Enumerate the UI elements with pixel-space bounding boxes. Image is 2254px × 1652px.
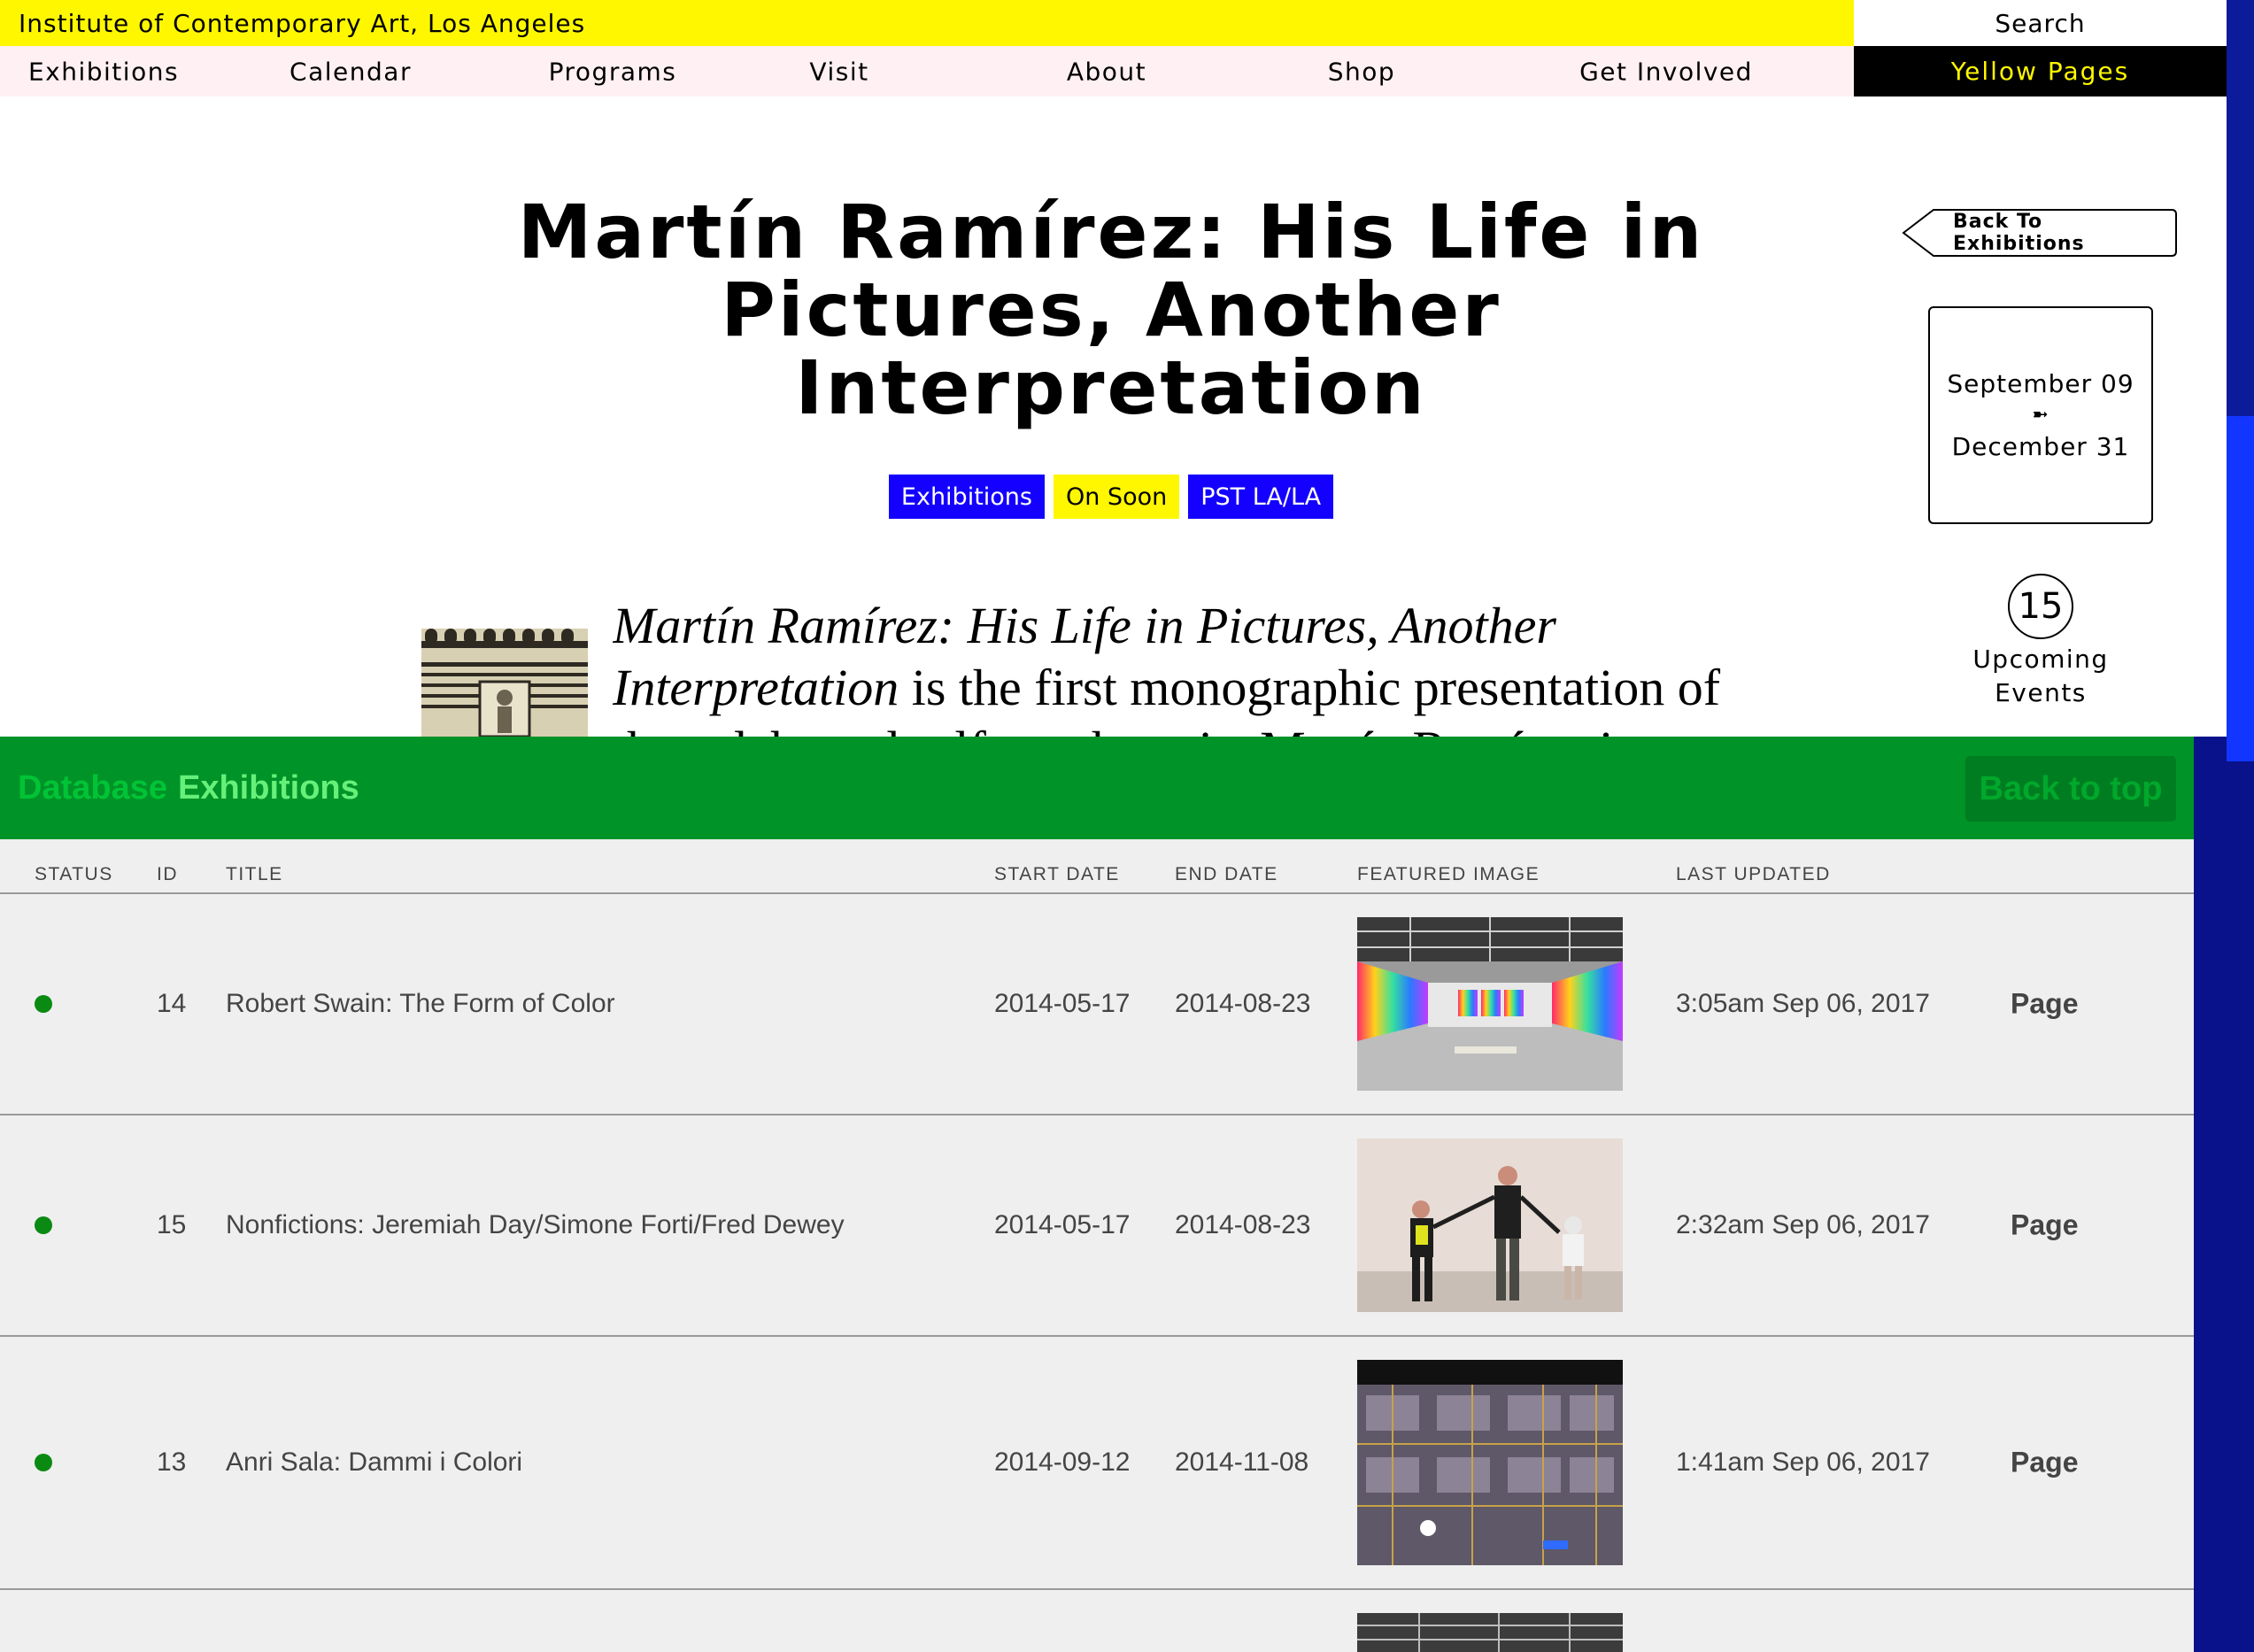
row-start-date: 2014-09-12 bbox=[994, 1447, 1131, 1477]
upcoming-events-count: 15 bbox=[2008, 574, 2073, 639]
row-last-updated: 1:41am Sep 06, 2017 bbox=[1676, 1447, 1930, 1477]
featured-image bbox=[1357, 1613, 1623, 1652]
row-id: 15 bbox=[157, 1210, 187, 1239]
artwork-thumbnail bbox=[421, 629, 588, 737]
page-title: Martín Ramírez: His Life in Pictures, An… bbox=[443, 193, 1779, 427]
intro-cut-line: the celebrated self-taught artist Martín… bbox=[613, 721, 1640, 737]
nav-item-calendar[interactable]: Calendar bbox=[289, 57, 412, 86]
status-published-icon bbox=[35, 1454, 52, 1471]
table-row[interactable]: 15 Nonfictions: Jeremiah Day/Simone Fort… bbox=[0, 1115, 2194, 1337]
start-date: September 09 bbox=[1947, 369, 2134, 398]
nav-item-visit[interactable]: Visit bbox=[809, 57, 868, 86]
row-start-date: 2014-05-17 bbox=[994, 1210, 1131, 1239]
database-label: Database bbox=[18, 768, 167, 807]
row-start-date: 2014-05-17 bbox=[994, 989, 1131, 1018]
row-title: Robert Swain: The Form of Color bbox=[226, 989, 615, 1018]
column-header-featured-image[interactable]: FEATURED IMAGE bbox=[1357, 864, 1540, 885]
nav-item-programs[interactable]: Programs bbox=[549, 57, 677, 86]
back-to-top-button[interactable]: Back to top bbox=[1965, 756, 2176, 822]
back-to-exhibitions-button[interactable]: Back To Exhibitions bbox=[1902, 209, 2178, 257]
column-header-status[interactable]: STATUS bbox=[35, 864, 113, 885]
tag-list: Exhibitions On Soon PST LA/LA bbox=[0, 475, 2222, 519]
upcoming-label: Upcoming bbox=[1972, 645, 2109, 674]
site-name[interactable]: Institute of Contemporary Art, Los Angel… bbox=[0, 0, 1854, 46]
status-published-icon bbox=[35, 995, 52, 1013]
row-page-link[interactable]: Page bbox=[2011, 1447, 2078, 1479]
nav-item-shop[interactable]: Shop bbox=[1328, 57, 1395, 86]
yellow-pages-label: Yellow Pages bbox=[1950, 57, 2130, 86]
database-panel-header: Database Exhibitions Back to top bbox=[0, 737, 2194, 839]
row-id: 13 bbox=[157, 1447, 187, 1477]
events-label: Events bbox=[1995, 678, 2087, 707]
database-title: Database Exhibitions bbox=[18, 737, 359, 839]
date-range-box: September 09 ➼ December 31 bbox=[1928, 306, 2153, 524]
tag-exhibitions[interactable]: Exhibitions bbox=[888, 475, 1045, 519]
featured-image bbox=[1357, 1139, 1623, 1312]
featured-image bbox=[1357, 1360, 1623, 1565]
exhibitions-table: STATUS ID TITLE START DATE END DATE FEAT… bbox=[0, 839, 2194, 1652]
end-date: December 31 bbox=[1951, 432, 2130, 461]
nav-item-exhibitions[interactable]: Exhibitions bbox=[28, 57, 179, 86]
scrollbar-thumb[interactable] bbox=[2227, 416, 2254, 761]
intro-italic-1: Martín Ramírez: His Life in Pictures, An… bbox=[613, 597, 1556, 654]
row-end-date: 2014-08-23 bbox=[1175, 1210, 1311, 1239]
row-last-updated: 3:05am Sep 06, 2017 bbox=[1676, 989, 1930, 1018]
nav-item-about[interactable]: About bbox=[1067, 57, 1146, 86]
site-name-text: Institute of Contemporary Art, Los Angel… bbox=[19, 8, 586, 38]
nav-item-get-involved[interactable]: Get Involved bbox=[1579, 57, 1753, 86]
intro-text: Martín Ramírez: His Life in Pictures, An… bbox=[613, 595, 1808, 737]
intro-italic-2: Interpretation bbox=[613, 659, 899, 716]
column-header-last-updated[interactable]: LAST UPDATED bbox=[1676, 864, 1831, 885]
row-id: 14 bbox=[157, 989, 187, 1018]
column-header-title[interactable]: TITLE bbox=[226, 864, 283, 885]
back-to-exhibitions-label: Back To Exhibitions bbox=[1953, 211, 2085, 255]
arrow-right-icon: ➼ bbox=[2032, 404, 2049, 426]
yellow-pages-button[interactable]: Yellow Pages bbox=[1854, 46, 2227, 96]
row-page-link[interactable]: Page bbox=[2011, 1209, 2078, 1242]
title-line: Interpretation bbox=[795, 344, 1427, 431]
row-page-link[interactable]: Page bbox=[2011, 988, 2078, 1021]
search-button[interactable]: Search bbox=[1854, 0, 2227, 46]
column-header-id[interactable]: ID bbox=[157, 864, 178, 885]
row-end-date: 2014-08-23 bbox=[1175, 989, 1311, 1018]
row-title: Anri Sala: Dammi i Colori bbox=[226, 1447, 523, 1477]
upcoming-events-link[interactable]: 15 Upcoming Events bbox=[1939, 574, 2142, 710]
row-last-updated: 2:32am Sep 06, 2017 bbox=[1676, 1210, 1930, 1239]
table-row[interactable]: 14 Robert Swain: The Form of Color 2014-… bbox=[0, 894, 2194, 1115]
exhibitions-label: Exhibitions bbox=[177, 768, 359, 807]
table-header: STATUS ID TITLE START DATE END DATE FEAT… bbox=[0, 839, 2194, 894]
row-end-date: 2014-11-08 bbox=[1175, 1447, 1309, 1477]
featured-image bbox=[1357, 917, 1623, 1091]
column-header-start-date[interactable]: START DATE bbox=[994, 864, 1120, 885]
tag-on-soon[interactable]: On Soon bbox=[1053, 475, 1180, 519]
title-line: Martín Ramírez: His Life in bbox=[517, 189, 1705, 275]
intro-rest: is the first monographic presentation of bbox=[899, 659, 1721, 716]
column-header-end-date[interactable]: END DATE bbox=[1175, 864, 1278, 885]
row-title: Nonfictions: Jeremiah Day/Simone Forti/F… bbox=[226, 1210, 845, 1239]
main-nav: Exhibitions Calendar Programs Visit Abou… bbox=[0, 46, 1854, 96]
status-published-icon bbox=[35, 1216, 52, 1234]
title-line: Pictures, Another bbox=[721, 266, 1501, 353]
tag-pst-la-la[interactable]: PST LA/LA bbox=[1188, 475, 1334, 519]
search-label: Search bbox=[1995, 8, 2086, 38]
table-row[interactable]: 13 Anri Sala: Dammi i Colori 2014-09-12 … bbox=[0, 1337, 2194, 1590]
scrollbar-track-lower bbox=[2194, 737, 2254, 1652]
